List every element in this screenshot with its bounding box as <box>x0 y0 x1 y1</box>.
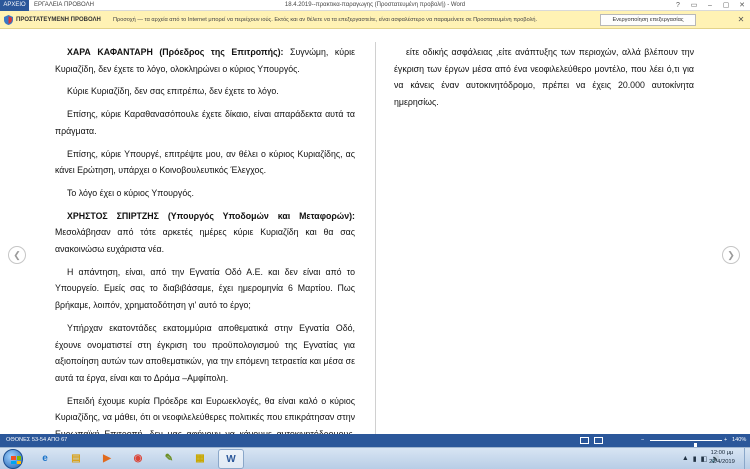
close-window-button[interactable]: ✕ <box>734 0 750 11</box>
status-bar: ΟΘΟΝΕΣ 53-54 ΑΠΟ 67 − + 140% <box>0 434 750 450</box>
flag-icon[interactable]: ▮ <box>693 455 697 463</box>
word-window: ΑΡΧΕΙΟ ΕΡΓΑΛΕΙΑ ΠΡΟΒΟΛΗ 18.4.2019--πρακτ… <box>0 0 750 469</box>
paragraph: Επίσης, κύριε Καραθανασόπουλε έχετε δίκα… <box>55 106 355 139</box>
show-desktop-button[interactable] <box>744 448 750 469</box>
enable-editing-button[interactable]: Ενεργοποίηση επεξεργασίας <box>600 14 696 26</box>
file-tab[interactable]: ΑΡΧΕΙΟ <box>0 0 29 11</box>
paint-icon[interactable]: ✎ <box>156 449 182 469</box>
word-icon[interactable]: W <box>218 449 244 469</box>
speaker-name: ΧΑΡΑ ΚΑΦΑΝΤΑΡΗ (Πρόεδρος της Επιτροπής): <box>67 47 284 57</box>
title-bar: ΑΡΧΕΙΟ ΕΡΓΑΛΕΙΑ ΠΡΟΒΟΛΗ 18.4.2019--πρακτ… <box>0 0 750 11</box>
paragraph: είτε οδικής ασφάλειας ,είτε ανάπτυξης τω… <box>394 44 694 111</box>
shield-icon <box>4 15 13 25</box>
zoom-level[interactable]: 140% <box>732 434 746 447</box>
zoom-out-button[interactable]: − <box>641 434 644 447</box>
sticky-icon[interactable]: ▦ <box>187 449 213 469</box>
paragraph-text: Η απάντηση, είναι, από την Εγνατία Οδό Α… <box>55 266 355 311</box>
folder-icon[interactable]: ▤ <box>63 449 89 469</box>
help-button[interactable]: ? <box>670 0 686 11</box>
read-mode-icon[interactable] <box>580 437 589 444</box>
print-layout-icon[interactable] <box>594 437 603 444</box>
tab-tools[interactable]: ΕΡΓΑΛΕΙΑ <box>34 0 62 11</box>
paragraph: ΧΡΗΣΤΟΣ ΣΠΙΡΤΖΗΣ (Υπουργός Υποδομών και … <box>55 208 355 258</box>
paragraph-text: Υπήρχαν εκατοντάδες εκατομμύρια αποθεματ… <box>55 322 355 383</box>
paragraph-text: Το λόγο έχει ο κύριος Υπουργός. <box>67 187 194 198</box>
maximize-button[interactable]: ▢ <box>718 0 734 11</box>
document-title: 18.4.2019--πρακτικα-παραγωγης (Προστατευ… <box>284 2 466 8</box>
minimize-button[interactable]: – <box>702 0 718 11</box>
paragraph: ΧΑΡΑ ΚΑΦΑΝΤΑΡΗ (Πρόεδρος της Επιτροπής):… <box>55 44 355 77</box>
paragraph: Υπήρχαν εκατοντάδες εκατομμύρια αποθεματ… <box>55 320 355 387</box>
speaker-name: ΧΡΗΣΤΟΣ ΣΠΙΡΤΖΗΣ (Υπουργός Υποδομών και … <box>67 210 355 221</box>
protected-view-bar: ΠΡΟΣΤΑΤΕΥΜΕΝΗ ΠΡΟΒΟΛΗ Προσοχή — τα αρχεί… <box>0 11 750 29</box>
previous-page-icon[interactable]: ❮ <box>8 246 26 264</box>
paragraph: Επίσης, κύριε Υπουργέ, επιτρέψτε μου, αν… <box>55 146 355 179</box>
next-page-icon[interactable]: ❯ <box>722 246 740 264</box>
ribbon-display-button[interactable]: ▭ <box>686 0 702 11</box>
ie-icon[interactable]: e <box>32 449 58 469</box>
media-player-icon[interactable]: ▶ <box>94 449 120 469</box>
paragraph: Η απάντηση, είναι, από την Εγνατία Οδό Α… <box>55 264 355 314</box>
page-divider <box>375 42 376 434</box>
protected-view-label: ΠΡΟΣΤΑΤΕΥΜΕΝΗ ΠΡΟΒΟΛΗ <box>16 17 101 23</box>
zoom-slider[interactable] <box>650 440 722 450</box>
paragraph-text: είτε οδικής ασφάλειας ,είτε ανάπτυξης τω… <box>394 47 694 108</box>
paragraph-text: Επίσης, κύριε Υπουργέ, επιτρέψτε μου, αν… <box>55 148 355 176</box>
tab-view[interactable]: ΠΡΟΒΟΛΗ <box>64 0 94 11</box>
paragraph-text: Κύριε Κυριαζίδη, δεν σας επιτρέπω, δεν έ… <box>67 86 279 97</box>
right-page-column: είτε οδικής ασφάλειας ,είτε ανάπτυξης τω… <box>394 44 694 117</box>
chrome-icon[interactable]: ◉ <box>125 449 151 469</box>
taskbar: e ▤ ▶ ◉ ✎ ▦ W ▲ ▮ ◧ 🔊 12:00 μμ 22/4/2019 <box>0 447 750 469</box>
close-bar-icon[interactable]: ✕ <box>736 14 746 26</box>
paragraph: Κύριε Κυριαζίδη, δεν σας επιτρέπω, δεν έ… <box>55 83 355 100</box>
page-count[interactable]: ΟΘΟΝΕΣ 53-54 ΑΠΟ 67 <box>6 434 67 447</box>
clock-date: 22/4/2019 <box>709 459 735 465</box>
window-controls: ? ▭ – ▢ ✕ <box>670 0 750 11</box>
paragraph-text: Μεσολάβησαν από τότε αρκετές ημέρες κύρι… <box>55 227 355 255</box>
zoom-in-button[interactable]: + <box>724 434 727 447</box>
document-area: ❮ ΧΑΡΑ ΚΑΦΑΝΤΑΡΗ (Πρόεδρος της Επιτροπής… <box>0 30 750 456</box>
windows-logo-icon <box>11 456 21 464</box>
clock-time: 12:00 μμ <box>710 450 734 456</box>
paragraph: Το λόγο έχει ο κύριος Υπουργός. <box>55 185 355 202</box>
protected-view-message: Προσοχή — τα αρχεία από το Internet μπορ… <box>113 17 538 23</box>
start-button[interactable] <box>3 449 23 469</box>
clock[interactable]: 12:00 μμ 22/4/2019 <box>702 449 742 467</box>
view-modes <box>580 437 603 444</box>
paragraph-text: Επίσης, κύριε Καραθανασόπουλε έχετε δίκα… <box>55 109 355 136</box>
show-hidden-icons-icon[interactable]: ▲ <box>682 455 689 462</box>
left-page-column: ΧΑΡΑ ΚΑΦΑΝΤΑΡΗ (Πρόεδρος της Επιτροπής):… <box>55 44 355 465</box>
